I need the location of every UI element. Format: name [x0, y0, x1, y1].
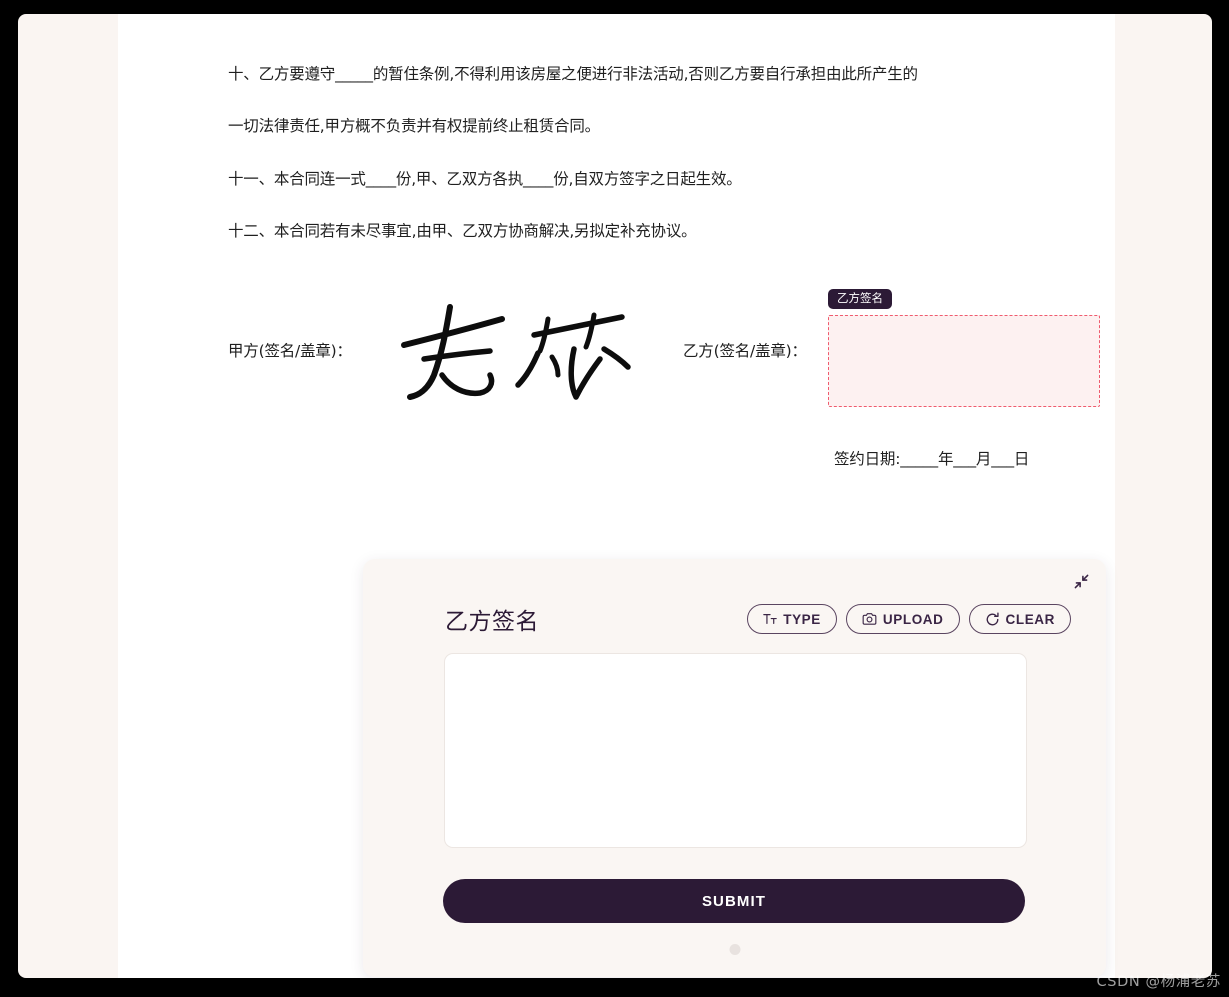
watermark: CSDN @杨浦老苏 — [1096, 974, 1221, 990]
contract-document: 十、乙方要遵守_____的暂住条例,不得利用该房屋之便进行非法活动,否则乙方要自… — [118, 14, 1115, 978]
page-sheet: 十、乙方要遵守_____的暂住条例,不得利用该房屋之便进行非法活动,否则乙方要自… — [18, 14, 1212, 978]
party-a-label: 甲方(签名/盖章)： — [228, 342, 352, 360]
clear-button-label: CLEAR — [1005, 611, 1055, 627]
signature-panel-actions: TYPE UPLOAD CLEAR — [747, 604, 1071, 634]
contract-date-line: 签约日期:_____年___月___日 — [834, 450, 1030, 468]
text-format-icon — [763, 612, 777, 626]
type-button-label: TYPE — [783, 611, 821, 627]
collapse-diagonal-icon[interactable] — [1069, 569, 1093, 593]
signature-panel-header: 乙方签名 TYPE UPLOAD CLEAR — [363, 597, 1106, 641]
page-indicator-dot[interactable] — [729, 944, 740, 955]
signature-panel-title: 乙方签名 — [445, 609, 539, 635]
clause-10-line-2: 一切法律责任,甲方概不负责并有权提前终止租赁合同。 — [228, 117, 600, 135]
signature-row: 甲方(签名/盖章)： 乙方(签名/盖章)： 乙方签名 — [228, 279, 1118, 419]
party-a-signature-image — [398, 301, 648, 406]
signature-drawing-canvas[interactable] — [444, 653, 1027, 848]
type-button[interactable]: TYPE — [747, 604, 837, 634]
party-b-label: 乙方(签名/盖章)： — [683, 342, 807, 360]
upload-button-label: UPLOAD — [882, 611, 944, 627]
screen-frame: 十、乙方要遵守_____的暂住条例,不得利用该房屋之便进行非法活动,否则乙方要自… — [0, 0, 1229, 997]
party-b-signature-dropzone[interactable] — [828, 315, 1100, 407]
submit-button[interactable]: SUBMIT — [443, 879, 1025, 923]
upload-button[interactable]: UPLOAD — [845, 604, 960, 634]
party-b-signature-badge: 乙方签名 — [828, 289, 892, 310]
clause-11: 十一、本合同连一式____份,甲、乙双方各执____份,自双方签字之日起生效。 — [228, 170, 742, 188]
refresh-icon — [985, 611, 1000, 627]
camera-icon — [862, 612, 877, 626]
signature-panel: 乙方签名 TYPE UPLOAD CLEAR SUBMIT — [363, 559, 1106, 977]
clause-10-line-1: 十、乙方要遵守_____的暂住条例,不得利用该房屋之便进行非法活动,否则乙方要自… — [228, 65, 918, 83]
clause-12: 十二、本合同若有未尽事宜,由甲、乙双方协商解决,另拟定补充协议。 — [228, 222, 697, 240]
clear-button[interactable]: CLEAR — [968, 604, 1071, 634]
